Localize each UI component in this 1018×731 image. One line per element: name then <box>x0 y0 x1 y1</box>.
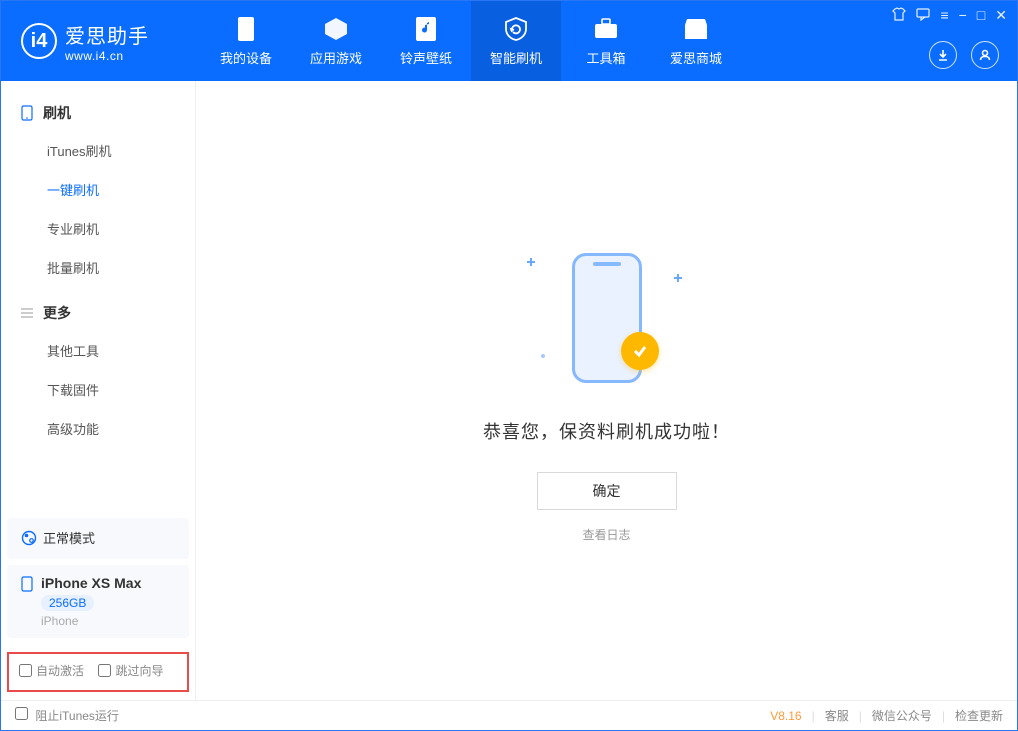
app-subtitle: www.i4.cn <box>65 49 149 63</box>
shield-refresh-icon <box>503 16 529 42</box>
device-phone-icon <box>21 576 35 590</box>
tab-label: 智能刷机 <box>490 48 542 67</box>
device-icon <box>233 16 259 42</box>
user-icon[interactable] <box>971 41 999 69</box>
header-action-icons <box>929 41 999 69</box>
header-tabs: 我的设备 应用游戏 铃声壁纸 智能刷机 工具箱 爱思商城 <box>201 1 741 81</box>
tab-label: 我的设备 <box>220 48 272 67</box>
dot-icon <box>541 354 545 358</box>
tab-label: 应用游戏 <box>310 48 362 67</box>
sidebar-item-download-firmware[interactable]: 下载固件 <box>1 370 195 409</box>
success-message: 恭喜您，保资料刷机成功啦！ <box>483 418 730 444</box>
side-nav: 刷机 iTunes刷机 一键刷机 专业刷机 批量刷机 更多 其他工具 下载固件 … <box>1 81 195 512</box>
menu-icon[interactable]: ≡ <box>940 7 948 24</box>
sidebar-group-more: 更多 其他工具 下载固件 高级功能 <box>1 295 195 448</box>
tab-ringtone-wallpaper[interactable]: 铃声壁纸 <box>381 1 471 81</box>
toolbox-icon <box>593 16 619 42</box>
footer-right: V8.16 | 客服 | 微信公众号 | 检查更新 <box>770 707 1003 724</box>
mode-icon <box>21 530 37 546</box>
footer-link-wechat[interactable]: 微信公众号 <box>872 707 932 724</box>
logo-text: 爱思助手 www.i4.cn <box>65 20 149 63</box>
store-icon <box>683 16 709 42</box>
sidebar-bottom-options: 自动激活 跳过向导 <box>7 652 189 692</box>
tab-label: 爱思商城 <box>670 48 722 67</box>
skip-wizard-label: 跳过向导 <box>115 662 163 679</box>
tab-smart-flash[interactable]: 智能刷机 <box>471 1 561 81</box>
sidebar-item-other-tools[interactable]: 其他工具 <box>1 331 195 370</box>
device-name: iPhone XS Max <box>41 575 141 591</box>
device-type: iPhone <box>41 614 175 628</box>
sidebar-item-advanced[interactable]: 高级功能 <box>1 409 195 448</box>
footer-left: 阻止iTunes运行 <box>15 707 119 724</box>
group-title: 更多 <box>43 303 71 323</box>
minimize-button[interactable]: − <box>959 7 967 24</box>
list-icon <box>19 305 35 321</box>
feedback-icon[interactable] <box>916 7 930 24</box>
auto-activate-input[interactable] <box>19 664 32 677</box>
header: i4 爱思助手 www.i4.cn 我的设备 应用游戏 铃声壁纸 智能刷机 <box>1 1 1017 81</box>
view-log-link[interactable]: 查看日志 <box>582 526 630 543</box>
app-logo-icon: i4 <box>21 23 57 59</box>
app-title: 爱思助手 <box>65 20 149 49</box>
sidebar-group-flash: 刷机 iTunes刷机 一键刷机 专业刷机 批量刷机 <box>1 95 195 287</box>
skip-wizard-input[interactable] <box>98 664 111 677</box>
sparkle-icon <box>674 274 682 282</box>
app-window: i4 爱思助手 www.i4.cn 我的设备 应用游戏 铃声壁纸 智能刷机 <box>0 0 1018 731</box>
version-label: V8.16 <box>770 709 801 723</box>
sparkle-icon <box>527 258 535 266</box>
group-title: 刷机 <box>43 103 71 123</box>
music-file-icon <box>413 16 439 42</box>
sidebar-group-header: 更多 <box>1 295 195 331</box>
footer-link-support[interactable]: 客服 <box>825 707 849 724</box>
skin-icon[interactable] <box>892 7 906 24</box>
footer: 阻止iTunes运行 V8.16 | 客服 | 微信公众号 | 检查更新 <box>1 700 1017 730</box>
sidebar-group-header: 刷机 <box>1 95 195 131</box>
tab-apps-games[interactable]: 应用游戏 <box>291 1 381 81</box>
tab-toolbox[interactable]: 工具箱 <box>561 1 651 81</box>
sidebar-item-batch-flash[interactable]: 批量刷机 <box>1 248 195 287</box>
sidebar-item-itunes-flash[interactable]: iTunes刷机 <box>1 131 195 170</box>
sidebar-item-pro-flash[interactable]: 专业刷机 <box>1 209 195 248</box>
maximize-button[interactable]: □ <box>977 7 985 24</box>
cube-icon <box>323 16 349 42</box>
window-controls: ≡ − □ ✕ <box>892 7 1007 24</box>
confirm-button[interactable]: 确定 <box>537 472 677 510</box>
download-icon[interactable] <box>929 41 957 69</box>
sidebar: 刷机 iTunes刷机 一键刷机 专业刷机 批量刷机 更多 其他工具 下载固件 … <box>1 81 196 700</box>
auto-activate-checkbox[interactable]: 自动激活 <box>19 662 84 679</box>
block-itunes-input[interactable] <box>15 707 28 720</box>
block-itunes-label: 阻止iTunes运行 <box>35 709 119 723</box>
tab-store[interactable]: 爱思商城 <box>651 1 741 81</box>
auto-activate-label: 自动激活 <box>36 662 84 679</box>
close-button[interactable]: ✕ <box>995 7 1007 24</box>
success-illustration <box>497 238 717 398</box>
block-itunes-checkbox[interactable]: 阻止iTunes运行 <box>15 707 119 724</box>
body: 刷机 iTunes刷机 一键刷机 专业刷机 批量刷机 更多 其他工具 下载固件 … <box>1 81 1017 700</box>
skip-wizard-checkbox[interactable]: 跳过向导 <box>98 662 163 679</box>
main-content: 恭喜您，保资料刷机成功啦！ 确定 查看日志 <box>196 81 1017 700</box>
device-mode-label: 正常模式 <box>43 528 95 547</box>
logo-area: i4 爱思助手 www.i4.cn <box>1 20 201 63</box>
device-capacity: 256GB <box>41 595 94 611</box>
device-mode-panel[interactable]: 正常模式 <box>7 518 189 559</box>
tab-label: 工具箱 <box>586 48 625 67</box>
tab-my-device[interactable]: 我的设备 <box>201 1 291 81</box>
footer-link-update[interactable]: 检查更新 <box>955 707 1003 724</box>
check-badge-icon <box>621 332 659 370</box>
device-card[interactable]: iPhone XS Max 256GB iPhone <box>7 565 189 638</box>
tab-label: 铃声壁纸 <box>400 48 452 67</box>
sidebar-item-onekey-flash[interactable]: 一键刷机 <box>1 170 195 209</box>
phone-icon <box>19 105 35 121</box>
